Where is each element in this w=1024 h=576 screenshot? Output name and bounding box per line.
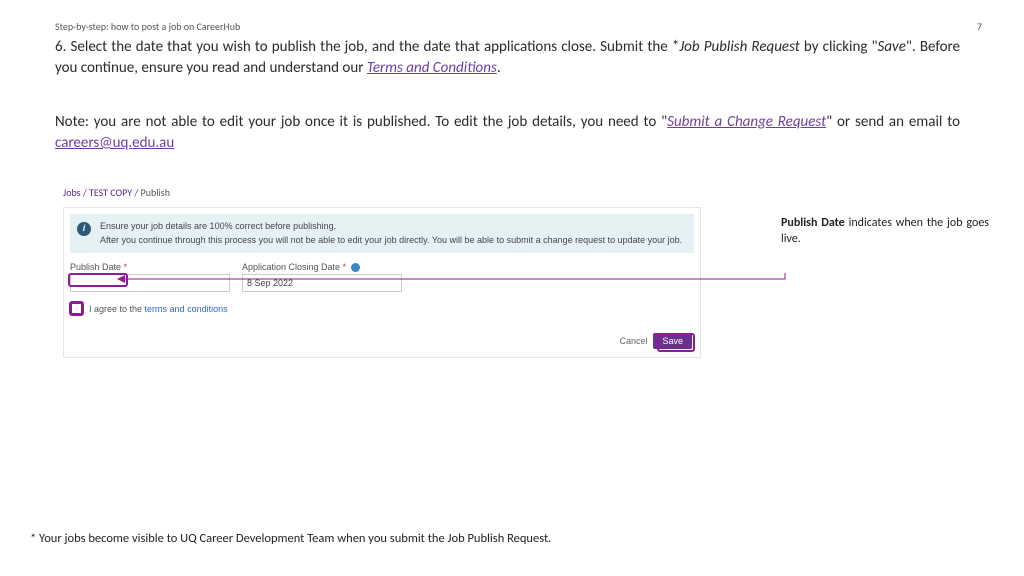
publish-date-input[interactable] — [70, 274, 230, 292]
instruction-step-6: 6. Select the date that you wish to publ… — [55, 37, 960, 80]
instruction-note: Note: you are not able to edit your job … — [55, 112, 960, 155]
publish-date-label: Publish Date * — [70, 259, 230, 273]
publish-date-callout: Publish Date indicates when the job goes… — [781, 215, 989, 247]
doc-title: Step-by-step: how to post a job on Caree… — [55, 20, 240, 33]
help-icon[interactable] — [351, 263, 360, 272]
publish-form-screenshot: i Ensure your job details are 100% corre… — [63, 207, 701, 358]
agree-checkbox[interactable] — [70, 302, 83, 315]
breadcrumb: Jobs / TEST COPY / Publish — [63, 186, 994, 199]
alert-line-1: Ensure your job details are 100% correct… — [100, 220, 686, 234]
change-request-link[interactable]: Submit a Change Request — [667, 113, 826, 131]
closing-date-input[interactable] — [242, 274, 402, 292]
terms-inline-link[interactable]: terms and conditions — [145, 304, 228, 314]
crumb-publish: Publish — [141, 186, 170, 199]
page-header: Step-by-step: how to post a job on Caree… — [55, 20, 994, 33]
crumb-testcopy[interactable]: TEST COPY — [89, 186, 132, 199]
footnote: * Your jobs become visible to UQ Career … — [30, 531, 551, 546]
agree-label: I agree to the terms and conditions — [89, 304, 228, 314]
save-button[interactable]: Save — [653, 333, 692, 349]
alert-line-2: After you continue through this process … — [100, 234, 686, 248]
email-link[interactable]: careers@uq.edu.au — [55, 134, 174, 152]
info-alert: i Ensure your job details are 100% corre… — [70, 214, 694, 253]
info-icon: i — [77, 222, 91, 236]
terms-link[interactable]: Terms and Conditions — [367, 59, 497, 77]
cancel-button[interactable]: Cancel — [619, 336, 647, 346]
crumb-jobs[interactable]: Jobs — [63, 186, 81, 199]
closing-date-label: Application Closing Date * — [242, 259, 402, 273]
page-number: 7 — [977, 20, 982, 33]
